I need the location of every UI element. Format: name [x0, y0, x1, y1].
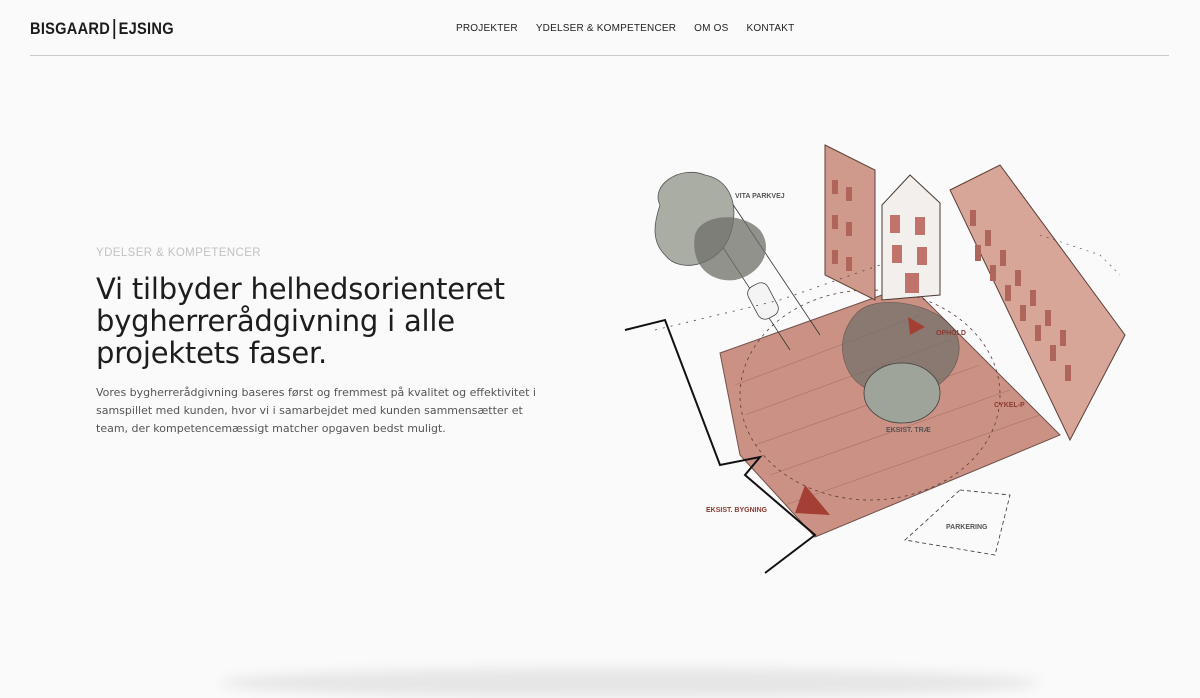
page-headline: Vi tilbyder helhedsorienteret bygherrerå… [96, 272, 505, 370]
parking-dashed-outline [904, 489, 1011, 556]
site-header: BISGAARD EJSING PROJEKTER YDELSER & KOMP… [30, 0, 1169, 56]
logo-divider [113, 19, 116, 39]
logo-right-text: EJSING [118, 19, 174, 38]
car-icon [747, 282, 779, 320]
next-section-shadow [220, 668, 1040, 698]
label-parking: PARKERING [946, 524, 988, 531]
label-tree: EKSIST. TRÆ [886, 427, 931, 434]
section-eyebrow: YDELSER & KOMPETENCER [96, 247, 261, 259]
label-existing-building: EKSIST. BYGNING [706, 507, 768, 514]
nav-kontakt[interactable]: KONTAKT [747, 23, 795, 34]
nav-om-os[interactable]: OM OS [694, 23, 728, 34]
site-plan-svg: VITA PARKVEJ OPHOLD CYKEL-P EKSIST. TRÆ … [624, 144, 1126, 574]
site-logo[interactable]: BISGAARD EJSING [30, 19, 174, 39]
label-road: VITA PARKVEJ [735, 193, 785, 200]
site-plan-illustration: VITA PARKVEJ OPHOLD CYKEL-P EKSIST. TRÆ … [620, 125, 1140, 580]
label-bike: CYKEL-P [994, 402, 1025, 409]
tree-shadow [694, 217, 766, 281]
intro-paragraph: Vores bygherrerådgivning baseres først o… [96, 386, 536, 435]
label-stay: OPHOLD [936, 330, 966, 337]
nav-projekter[interactable]: PROJEKTER [456, 23, 518, 34]
nav-ydelser-kompetencer[interactable]: YDELSER & KOMPETENCER [536, 23, 676, 34]
main-nav: PROJEKTER YDELSER & KOMPETENCER OM OS KO… [456, 23, 794, 34]
logo-left-text: BISGAARD [30, 19, 111, 38]
existing-tree-disc [863, 362, 941, 424]
